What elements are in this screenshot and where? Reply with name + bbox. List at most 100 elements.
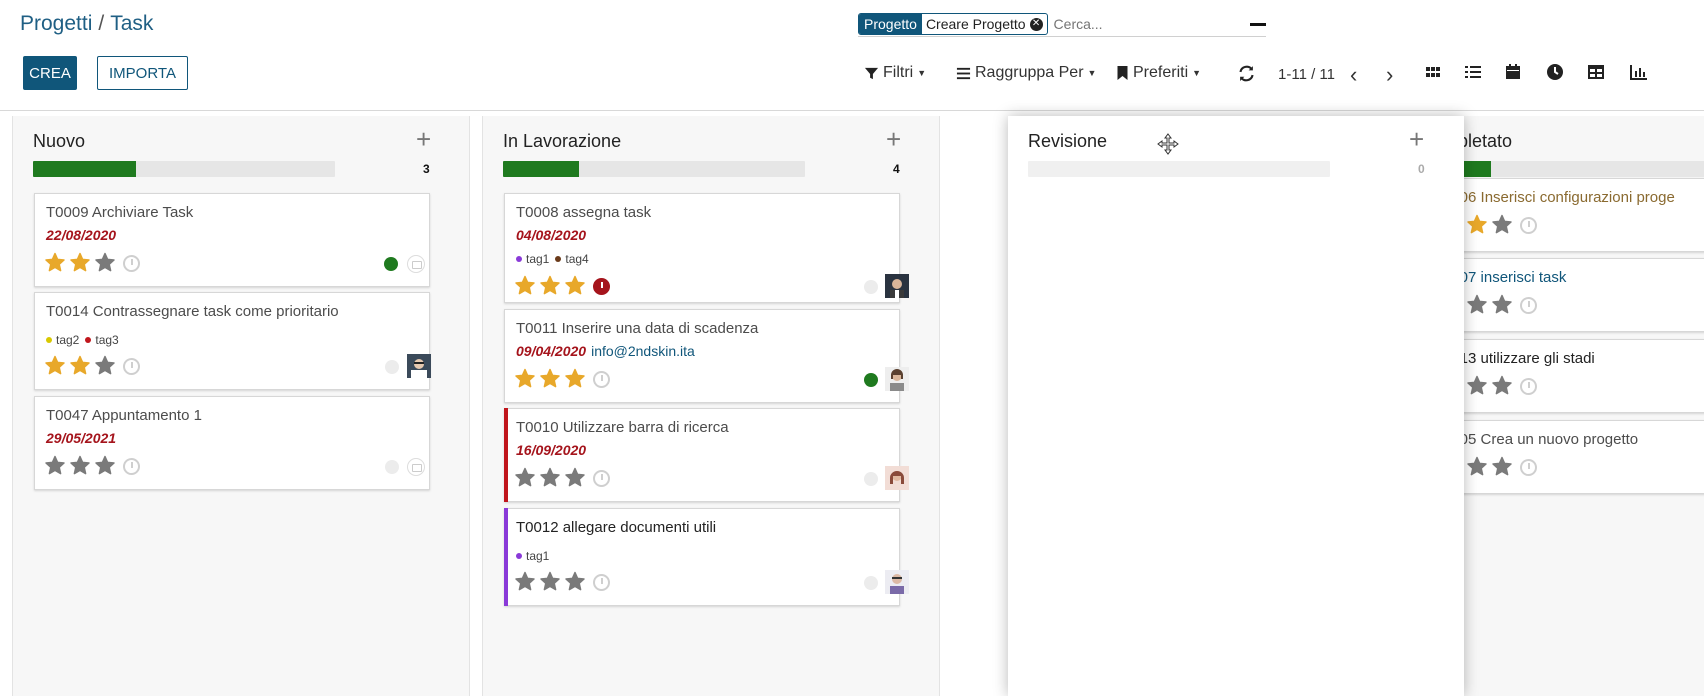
priority-stars[interactable] [44,455,140,477]
priority-stars[interactable] [514,571,610,593]
kanban-state-icon[interactable] [385,460,399,474]
star-empty-icon[interactable] [44,455,66,477]
star-filled-icon[interactable] [1466,214,1488,236]
task-email[interactable]: info@2ndskin.ita [591,343,695,359]
task-card[interactable]: T0010 Utilizzare barra di ricerca 16/09/… [504,408,909,502]
task-card[interactable]: T0012 allegare documenti utili tag1 [504,508,909,606]
previous-page-icon[interactable]: ‹ [1350,62,1357,88]
refresh-icon[interactable] [1238,65,1255,82]
graph-icon[interactable] [1630,63,1648,81]
kanban-state-icon[interactable] [864,576,878,590]
activity-clock-icon[interactable] [1520,377,1537,395]
kanban-state-icon[interactable] [864,373,878,387]
star-filled-icon[interactable] [539,368,561,390]
user-avatar[interactable] [885,367,909,391]
activity-clock-icon[interactable] [1520,296,1537,314]
star-empty-icon[interactable] [94,355,116,377]
task-card[interactable]: 0013 utilizzare gli stadi [1431,339,1704,413]
task-card[interactable]: T0008 assegna task 04/08/2020 tag1 tag4 [504,193,909,303]
add-card-icon[interactable]: + [416,124,431,155]
task-card[interactable]: 0006 Inserisci configurazioni proge [1431,178,1704,252]
remove-facet-icon[interactable]: ✕ [1029,17,1043,31]
activity-clock-icon[interactable] [123,457,140,475]
add-card-icon[interactable]: + [886,124,901,155]
star-filled-icon[interactable] [514,368,536,390]
pivot-icon[interactable] [1587,63,1605,81]
kanban-state-icon[interactable] [864,280,878,294]
import-button[interactable]: IMPORTA [97,56,188,90]
activity-clock-icon[interactable] [1520,458,1537,476]
user-avatar[interactable] [407,354,431,378]
star-filled-icon[interactable] [69,252,91,274]
activity-icon[interactable] [1546,63,1564,81]
kanban-state-icon[interactable] [385,360,399,374]
star-filled-icon[interactable] [539,275,561,297]
user-avatar[interactable] [885,274,909,298]
star-empty-icon[interactable] [539,571,561,593]
priority-stars[interactable] [514,368,610,390]
star-filled-icon[interactable] [564,368,586,390]
kanban-icon[interactable] [1424,63,1442,81]
star-empty-icon[interactable] [514,467,536,489]
star-empty-icon[interactable] [1466,294,1488,316]
priority-stars[interactable] [44,252,140,274]
search-input[interactable] [1051,15,1206,33]
filters-dropdown[interactable]: Filtri ▼ [864,64,926,82]
task-card[interactable]: 0007 inserisci task [1431,258,1704,332]
star-empty-icon[interactable] [1466,456,1488,478]
task-card[interactable]: T0014 Contrassegnare task come prioritar… [34,292,431,390]
kanban-state-icon[interactable] [864,472,878,486]
star-filled-icon[interactable] [44,252,66,274]
collapse-search-icon[interactable] [1250,23,1266,26]
activity-clock-icon[interactable] [593,573,610,591]
task-card[interactable]: T0009 Archiviare Task 22/08/2020 [34,193,430,287]
activity-clock-icon[interactable] [593,277,610,295]
star-filled-icon[interactable] [44,355,66,377]
star-filled-icon[interactable] [564,275,586,297]
column-progress-bar[interactable] [33,161,335,177]
calendar-icon[interactable] [1504,63,1522,81]
star-empty-icon[interactable] [69,455,91,477]
list-icon[interactable] [1464,63,1482,81]
task-card[interactable]: T0047 Appuntamento 1 29/05/2021 [34,396,430,490]
activity-clock-icon[interactable] [123,254,140,272]
star-filled-icon[interactable] [69,355,91,377]
activity-clock-icon[interactable] [593,469,610,487]
star-empty-icon[interactable] [564,571,586,593]
add-card-icon[interactable]: + [1409,124,1424,155]
activity-clock-icon[interactable] [593,370,610,388]
star-empty-icon[interactable] [564,467,586,489]
star-empty-icon[interactable] [539,467,561,489]
star-empty-icon[interactable] [1491,456,1513,478]
breadcrumb-projects-link[interactable]: Progetti [20,12,92,36]
star-empty-icon[interactable] [1491,375,1513,397]
priority-stars[interactable] [514,467,610,489]
star-empty-icon[interactable] [1491,214,1513,236]
column-progress-bar[interactable] [503,161,805,177]
star-empty-icon[interactable] [1466,375,1488,397]
star-empty-icon[interactable] [94,455,116,477]
create-button[interactable]: CREA [23,56,77,90]
pager-value[interactable]: 1-11 / 11 [1278,66,1335,83]
activity-clock-icon[interactable] [1520,216,1537,234]
user-avatar[interactable] [885,570,909,594]
priority-stars[interactable] [514,275,610,297]
avatar-placeholder-icon[interactable] [407,255,425,273]
avatar-placeholder-icon[interactable] [407,458,425,476]
next-page-icon[interactable]: › [1386,62,1393,88]
user-avatar[interactable] [885,466,909,490]
task-card[interactable]: 0005 Crea un nuovo progetto [1431,420,1704,494]
star-empty-icon[interactable] [514,571,536,593]
star-filled-icon[interactable] [514,275,536,297]
group-by-dropdown[interactable]: Raggruppa Per ▼ [956,64,1096,82]
activity-clock-icon[interactable] [123,357,140,375]
kanban-state-icon[interactable] [384,257,398,271]
star-empty-icon[interactable] [1491,294,1513,316]
task-card[interactable]: T0011 Inserire una data di scadenza 09/0… [504,309,909,403]
kanban-column-revisione[interactable]: Revisione + 0 [1008,116,1464,696]
favorites-dropdown[interactable]: Preferiti ▼ [1116,64,1201,82]
star-empty-icon[interactable] [94,252,116,274]
priority-stars[interactable] [44,355,140,377]
column-progress-bar[interactable] [1431,161,1704,177]
column-progress-bar[interactable] [1028,161,1330,177]
